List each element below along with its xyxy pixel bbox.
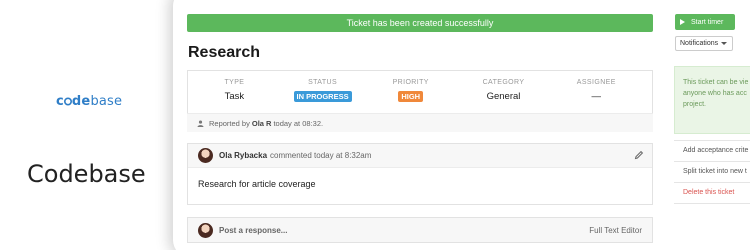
comment-card: Ola Rybacka commented today at 8:32am Re…: [187, 143, 653, 205]
post-response-placeholder[interactable]: Post a response...: [219, 226, 287, 235]
ticket-actions: Add acceptance crite Split ticket into n…: [674, 140, 750, 204]
meta-category-value: General: [486, 91, 521, 102]
notifications-dropdown[interactable]: Notifications: [675, 36, 733, 51]
meta-status-label: STATUS: [308, 79, 338, 86]
meta-assignee: ASSIGNEE —: [550, 79, 643, 102]
note-line: project.: [683, 101, 706, 108]
note-line: anyone who has acc: [683, 90, 747, 97]
ticket-title: Research: [188, 44, 261, 61]
meta-type-label: TYPE: [224, 79, 245, 86]
success-banner: Ticket has been created successfully: [187, 14, 653, 32]
reported-user-link[interactable]: Ola R: [252, 119, 272, 128]
priority-badge[interactable]: HIGH: [398, 91, 424, 102]
logo-bracket-icon: [63, 97, 72, 106]
logo-suffix: base: [90, 94, 123, 109]
meta-priority: PRIORITY HIGH: [364, 79, 457, 102]
start-timer-button[interactable]: Start timer: [675, 14, 735, 30]
comment-meta: commented today at 8:32am: [270, 151, 372, 160]
delete-ticket-link[interactable]: Delete this ticket: [674, 183, 750, 204]
visibility-note: This ticket can be vie anyone who has ac…: [674, 66, 750, 134]
logo-mid: de: [71, 94, 91, 109]
start-timer-label: Start timer: [691, 18, 724, 26]
comment-header: Ola Rybacka commented today at 8:32am: [188, 144, 652, 168]
ticket-meta-row: TYPE Task STATUS IN PROGRESS PRIORITY HI…: [188, 79, 652, 102]
reported-prefix: Reported by: [209, 118, 250, 128]
codebase-logo: c debase: [56, 94, 122, 109]
status-badge[interactable]: IN PROGRESS: [293, 91, 352, 102]
add-acceptance-criteria-link[interactable]: Add acceptance crite: [674, 141, 750, 162]
comment-body: Research for article coverage: [198, 179, 316, 189]
full-text-editor-link[interactable]: Full Text Editor: [589, 226, 642, 235]
meta-status: STATUS IN PROGRESS: [281, 79, 365, 102]
reported-by-row: Reported by Ola R today at 08:32.: [187, 113, 653, 132]
pencil-icon[interactable]: [634, 150, 644, 160]
post-response-box[interactable]: Post a response... Full Text Editor: [187, 217, 653, 243]
brand-title: Codebase: [27, 160, 146, 188]
meta-type-value: Task: [224, 91, 245, 102]
caret-down-icon: [721, 42, 728, 45]
comment-author[interactable]: Ola Rybacka: [219, 151, 267, 160]
person-icon: [197, 120, 204, 127]
note-line: This ticket can be vie: [683, 79, 749, 86]
meta-assignee-label: ASSIGNEE: [576, 79, 616, 86]
meta-priority-label: PRIORITY: [392, 79, 429, 86]
logo-prefix: c: [56, 94, 64, 109]
reported-time: today at 08:32.: [273, 118, 324, 128]
meta-category-label: CATEGORY: [482, 79, 525, 86]
split-ticket-link[interactable]: Split ticket into new t: [674, 162, 750, 183]
play-icon: [680, 19, 685, 25]
notifications-label: Notifications: [680, 40, 719, 47]
meta-assignee-value: —: [591, 91, 602, 102]
meta-type: TYPE Task: [188, 79, 281, 102]
avatar: [198, 148, 213, 163]
meta-category: CATEGORY General: [457, 79, 550, 102]
avatar: [198, 222, 213, 238]
brand-panel: c debase Codebase: [0, 0, 180, 250]
